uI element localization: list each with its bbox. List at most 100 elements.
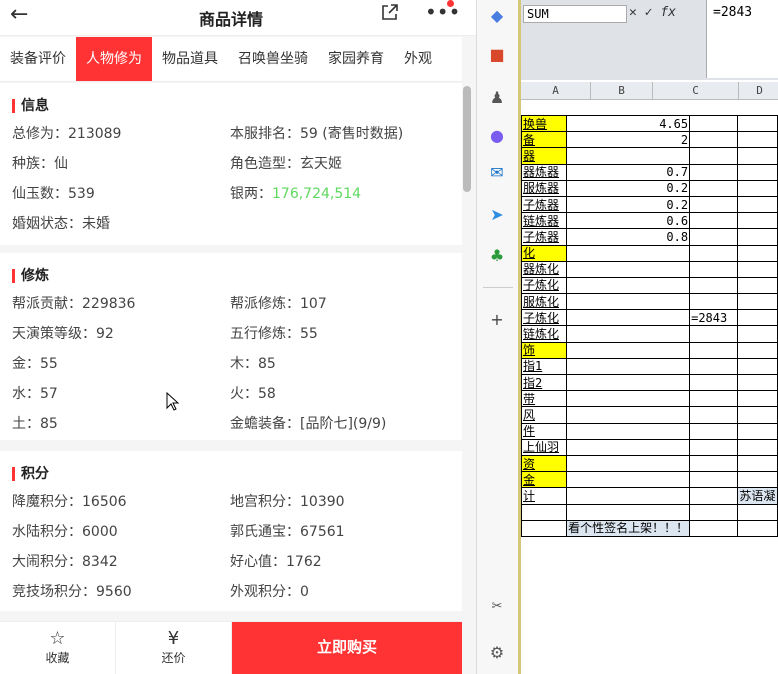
cell-b[interactable] [566,260,691,278]
cell-c[interactable] [689,260,739,278]
chess-icon[interactable]: ♟ [487,88,507,108]
cell-d[interactable] [737,212,778,230]
cell-b[interactable] [566,147,691,165]
cell-b[interactable] [566,341,691,359]
favorite-button[interactable]: ☆ 收藏 [0,622,116,674]
cell-b[interactable] [566,390,691,408]
cell-b[interactable] [566,325,691,343]
cell-c[interactable] [689,228,739,246]
cell-d[interactable] [737,503,778,521]
column-header-b[interactable]: B [591,82,653,100]
cell-d[interactable] [737,114,778,133]
cell-b[interactable] [566,309,691,327]
cell-c[interactable] [689,212,739,230]
cell-a[interactable]: 件 [520,422,568,440]
column-header-a[interactable]: A [521,82,591,100]
cell-c[interactable] [689,147,739,165]
formula-buttons[interactable]: ✕ ✓ fx [629,5,676,20]
cell-c[interactable] [689,357,739,376]
cell-a[interactable]: 换兽 [520,114,568,133]
cell-d[interactable] [737,293,778,311]
tag-icon[interactable]: ◆ [487,6,507,26]
column-header-d[interactable]: D [739,82,778,100]
cell-d[interactable] [737,260,778,278]
toolbox-icon[interactable]: ■ [487,45,507,65]
gear-icon[interactable]: ⚙ [487,643,507,663]
cell-d[interactable] [737,163,778,181]
cell-a[interactable]: 子炼化 [520,309,568,327]
cell-b[interactable] [566,276,691,295]
cell-a[interactable]: 资 [520,454,568,473]
cell-b[interactable]: 0.2 [566,195,691,214]
cell-d[interactable] [737,406,778,424]
cell-c[interactable] [689,163,739,181]
cell-a[interactable]: 服炼化 [520,293,568,311]
tab-equipment[interactable]: 装备评价 [0,37,76,81]
cell-b[interactable] [566,503,691,521]
cell-c[interactable] [689,454,739,473]
tab-pets[interactable]: 召唤兽坐骑 [228,37,318,81]
cell-a[interactable]: 饰 [520,341,568,359]
tree-icon[interactable]: ♣ [487,246,507,266]
cell-d[interactable]: 苏语凝 [737,487,778,505]
cell-a[interactable]: 器炼化 [520,260,568,278]
cell-d[interactable] [737,244,778,262]
cell-c[interactable] [689,373,739,392]
cell-d[interactable] [737,147,778,165]
cell-b[interactable] [566,438,691,456]
cell-d[interactable] [737,276,778,295]
cell-d[interactable] [737,390,778,408]
cell-a[interactable]: 备 [520,131,568,149]
name-box[interactable]: SUM [523,5,627,23]
cell-a[interactable]: 化 [520,244,568,262]
send-icon[interactable]: ➤ [487,205,507,225]
cell-b[interactable]: 4.65 [566,114,691,133]
cell-c[interactable] [689,341,739,359]
cell-a[interactable]: 指1 [520,357,568,376]
cell-d[interactable] [737,228,778,246]
outlook-icon[interactable]: ✉ [487,163,507,183]
cell-b[interactable] [566,487,691,505]
cell-a[interactable]: 子炼器 [520,195,568,214]
cell-c[interactable] [689,293,739,311]
formula-input[interactable]: =2843 [706,0,778,78]
cell-c[interactable] [689,503,739,521]
share-icon[interactable] [380,2,400,22]
bargain-button[interactable]: ¥ 还价 [116,622,232,674]
scrollbar[interactable] [463,86,471,192]
cell-c[interactable] [689,438,739,456]
cell-d[interactable] [737,309,778,327]
cell-b[interactable] [566,422,691,440]
cell-d[interactable] [737,341,778,359]
cell-d[interactable] [737,195,778,214]
cell-b[interactable] [566,454,691,473]
more-icon[interactable]: ••• [425,0,460,24]
cell-b[interactable]: 0.6 [566,212,691,230]
cell-b[interactable]: 看个性签名上架！！！ [566,519,691,537]
cell-d[interactable] [737,179,778,197]
screenshot-icon[interactable]: ✂ [487,597,507,617]
cell-a[interactable]: 金 [520,471,568,489]
add-icon[interactable]: + [487,310,507,330]
cell-d[interactable] [737,471,778,489]
cell-d[interactable] [737,438,778,456]
cell-a[interactable]: 指2 [520,373,568,392]
cell-a[interactable]: 链炼化 [520,325,568,343]
cell-b[interactable] [566,357,691,376]
column-header-c[interactable]: C [653,82,739,100]
cell-b[interactable] [566,244,691,262]
cell-d[interactable] [737,454,778,473]
cell-d[interactable] [737,373,778,392]
cell-a[interactable] [520,519,568,537]
cell-c[interactable] [689,114,739,133]
cell-c[interactable] [689,131,739,149]
cell-c[interactable] [689,422,739,440]
cell-d[interactable] [737,325,778,343]
cell-b[interactable]: 2 [566,131,691,149]
tab-character[interactable]: 人物修为 [76,37,152,81]
cell-b[interactable] [566,373,691,392]
cell-b[interactable] [566,293,691,311]
cell-a[interactable]: 带 [520,390,568,408]
cell-c[interactable] [689,195,739,214]
tab-home[interactable]: 家园养育 [318,37,394,81]
